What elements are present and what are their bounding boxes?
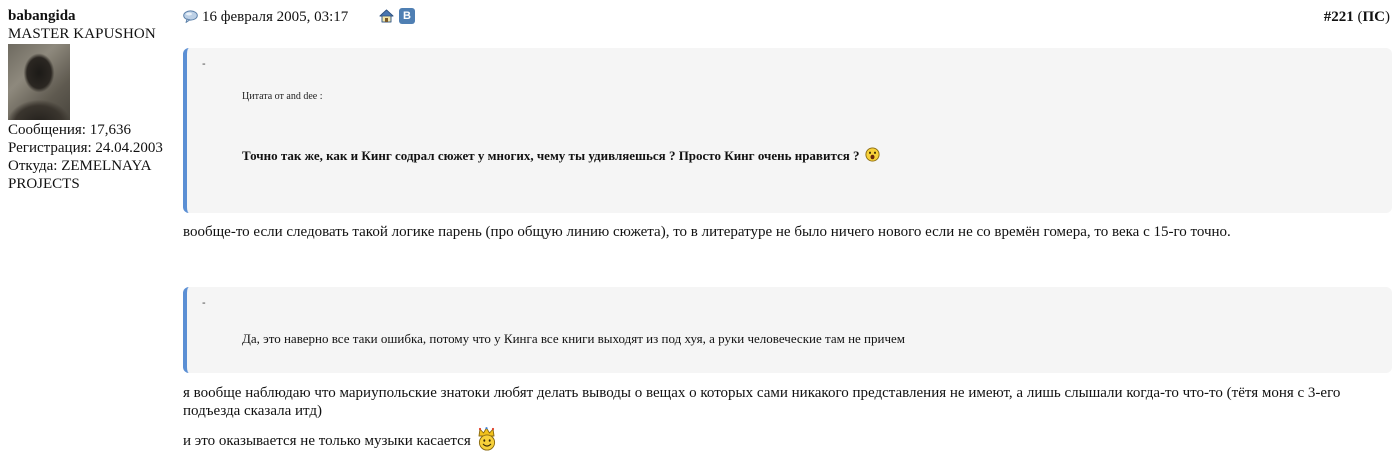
quote-block: - Да, это наверно все таки ошибка, потом… bbox=[183, 287, 1392, 373]
quote-dash: - bbox=[202, 297, 206, 309]
post-date: 16 февраля 2005, 03:17 bbox=[202, 9, 349, 25]
post-text-paragraph: я вообще наблюдаю что мариупольские знат… bbox=[183, 385, 1341, 419]
quote-text: Да, это наверно все таки ошибка, потому … bbox=[242, 331, 906, 346]
user-location: Откуда: ZEMELNAYA PROJECTS bbox=[8, 158, 151, 192]
post-tag-open: ( bbox=[1353, 9, 1363, 25]
post-number-link[interactable]: #221 bbox=[1324, 9, 1354, 25]
king-crown-smiley-icon bbox=[479, 427, 496, 451]
post-text-paragraph-with-smiley: и это оказывается не только музыки касае… bbox=[183, 427, 1393, 451]
quote-block: - Цитата от and dee : Точно так же, как … bbox=[183, 48, 1392, 213]
yawn-smiley-icon bbox=[865, 147, 880, 162]
user-messages-count: Сообщения: 17,636 bbox=[8, 122, 131, 138]
post-tag: ПС bbox=[1362, 9, 1386, 25]
vk-share-icon[interactable]: B bbox=[399, 8, 415, 24]
post-text-paragraph: вообще-то если следовать такой логике па… bbox=[183, 224, 1231, 240]
username-link[interactable]: babangida bbox=[8, 7, 176, 25]
user-avatar bbox=[8, 44, 70, 120]
user-rank: MASTER KAPUSHON bbox=[8, 26, 156, 42]
quote-text-content: Точно так же, как и Кинг содрал сюжет у … bbox=[242, 148, 860, 163]
user-info-panel: babangida MASTER KAPUSHON Сообщения: 17,… bbox=[8, 7, 176, 193]
quote-text: Точно так же, как и Кинг содрал сюжет у … bbox=[242, 147, 880, 164]
user-registration-date: Регистрация: 24.04.2003 bbox=[8, 140, 163, 156]
post-number: #221 (ПС) bbox=[1324, 9, 1390, 26]
post-tag-close: ) bbox=[1385, 9, 1390, 25]
quote-dash: - bbox=[202, 58, 206, 70]
post-text-paragraph: и это оказывается не только музыки касае… bbox=[183, 433, 471, 449]
home-icon[interactable] bbox=[379, 9, 394, 23]
quote-author: Цитата от and dee : bbox=[242, 91, 323, 102]
speech-bubble-icon bbox=[183, 10, 198, 23]
post-header: 16 февраля 2005, 03:17 B #221 (ПС) bbox=[183, 8, 1390, 28]
